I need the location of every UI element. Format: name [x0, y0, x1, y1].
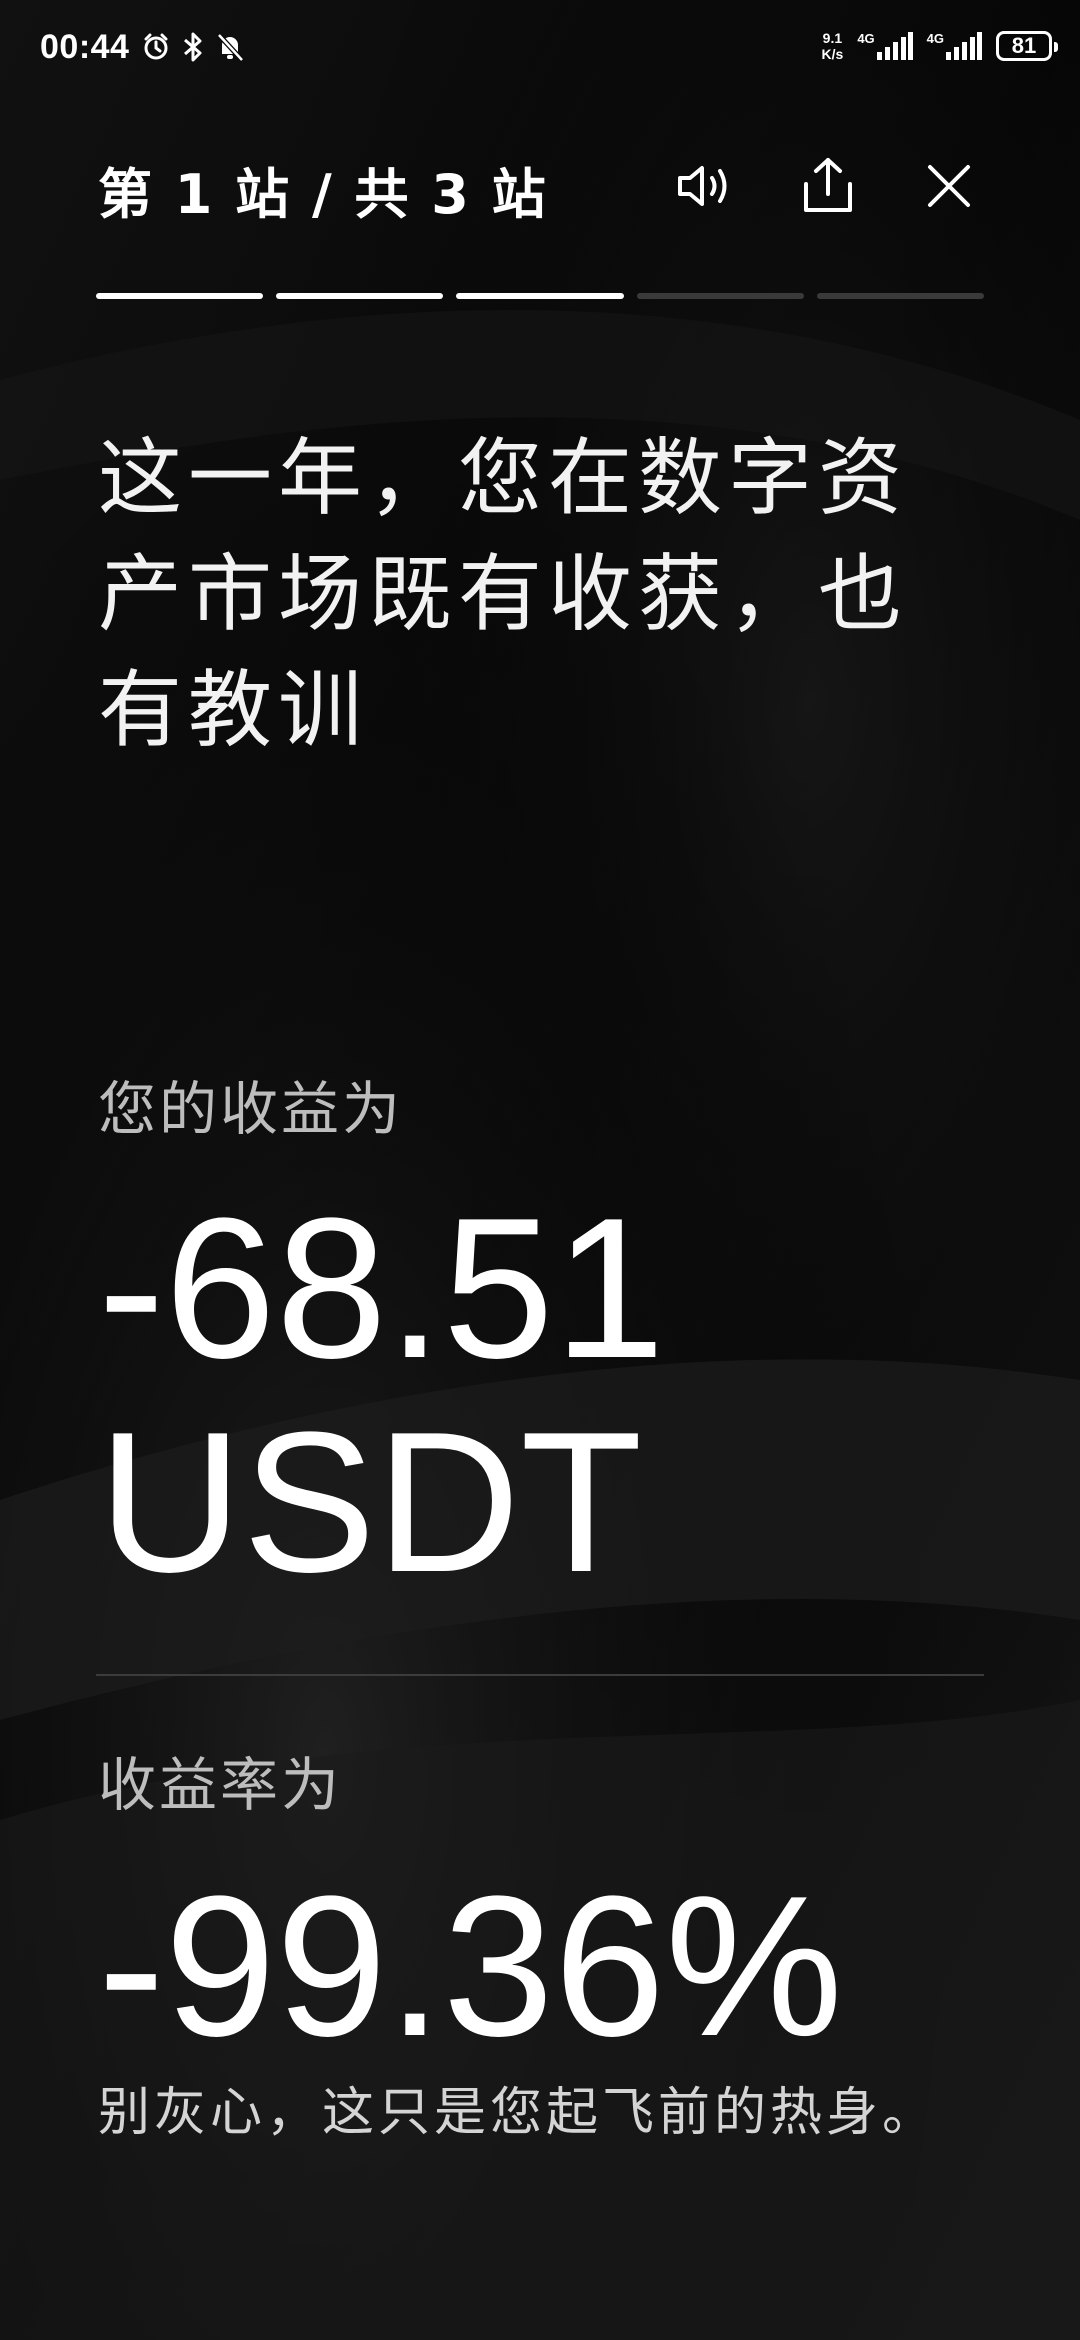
- story-progress: [96, 293, 985, 299]
- sound-button[interactable]: [668, 146, 748, 226]
- mute-icon: [217, 33, 244, 62]
- progress-segment: [636, 293, 804, 299]
- network-speed: 9.1 K/s: [822, 30, 844, 62]
- sim2-signal: 4G: [926, 31, 982, 60]
- share-button[interactable]: [788, 146, 868, 226]
- speaker-icon: [678, 166, 727, 206]
- divider: [96, 1674, 984, 1676]
- close-button[interactable]: [909, 146, 989, 226]
- network-speed-value: 9.1: [822, 30, 843, 46]
- rate-value: -99.36%: [98, 1855, 843, 2078]
- sim1-signal: 4G: [857, 31, 913, 60]
- page-title: 第 1 站 / 共 3 站: [98, 163, 548, 226]
- profit-unit: USDT: [98, 1391, 643, 1614]
- profit-label: 您的收益为: [98, 1075, 404, 1143]
- signal-icon: [876, 32, 913, 60]
- headline: 这一年，您在数字资产市场既有收获，也有教训: [98, 429, 909, 759]
- battery-level: 81: [1011, 33, 1037, 58]
- progress-segment: [816, 293, 985, 299]
- status-icons-right: 9.1 K/s 4G 4G 81: [822, 30, 1058, 62]
- network-speed-unit: K/s: [821, 46, 844, 62]
- encouragement-text: 别灰心，这只是您起飞前的热身。: [98, 2083, 939, 2143]
- status-icons-left: [142, 32, 244, 62]
- profit-value: -68.51: [98, 1177, 666, 1400]
- rate-label: 收益率为: [98, 1751, 343, 1819]
- close-icon: [928, 165, 970, 207]
- alarm-icon: [144, 33, 168, 60]
- status-time: 00:44: [40, 28, 130, 66]
- sim2-label: 4G: [926, 31, 944, 46]
- bluetooth-icon: [184, 32, 202, 62]
- progress-segment: [96, 293, 264, 299]
- progress-segment: [276, 293, 444, 299]
- status-bar: 00:44 9.1 K/s 4G 4G 81: [0, 0, 1080, 100]
- share-icon: [804, 158, 852, 212]
- sim1-label: 4G: [857, 31, 875, 46]
- signal-icon: [946, 32, 982, 60]
- battery-indicator: 81: [996, 31, 1058, 61]
- profit-amount: -68.51 USDT: [98, 1182, 998, 1610]
- progress-segment: [456, 293, 624, 299]
